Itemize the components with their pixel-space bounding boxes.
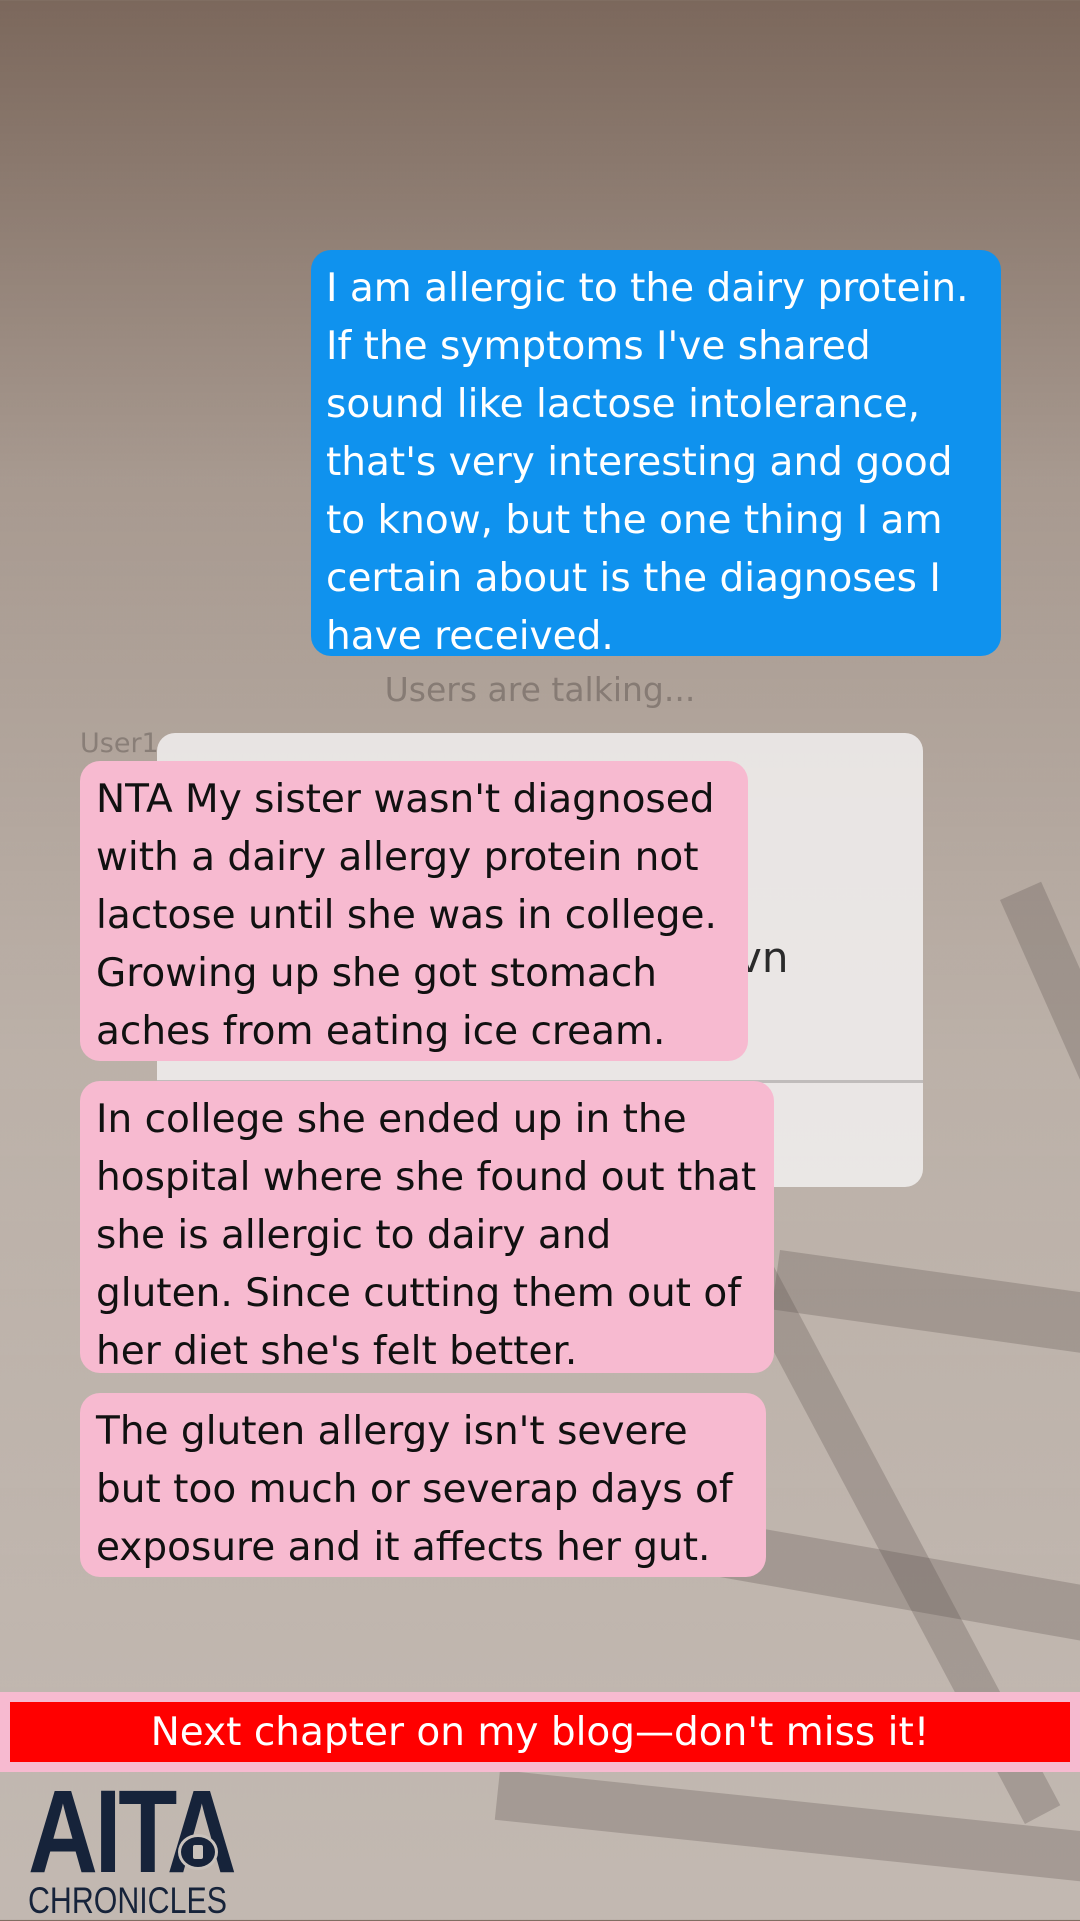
reply-text: In college she ended up in the hospital …	[96, 1097, 757, 1374]
logo-line2: CHRONICLES	[28, 1880, 227, 1921]
reply-bubble: NTA My sister wasn't diagnosed with a da…	[80, 761, 748, 1061]
blog-banner[interactable]: Next chapter on my blog—don't miss it!	[0, 1692, 1080, 1772]
reply-username: User1	[80, 728, 159, 759]
op-message-bubble: I am allergic to the dairy protein. If t…	[311, 250, 1001, 659]
op-message-text: I am allergic to the dairy protein. If t…	[326, 266, 969, 659]
reply-bubble: The gluten allergy isn't severe but too …	[80, 1393, 766, 1577]
blog-banner-text[interactable]: Next chapter on my blog—don't miss it!	[10, 1702, 1070, 1762]
window-shadow	[494, 1770, 1080, 1883]
reply-bubble: In college she ended up in the hospital …	[80, 1081, 774, 1374]
aita-chronicles-logo: AITA CHRONICLES	[28, 1766, 238, 1920]
typing-indicator: Users are talking...	[384, 670, 696, 709]
logo-line1: AITA	[28, 1766, 237, 1898]
reply-text: NTA My sister wasn't diagnosed with a da…	[96, 777, 717, 1054]
reply-text: The gluten allergy isn't severe but too …	[96, 1409, 733, 1570]
lock-icon	[178, 1834, 218, 1870]
